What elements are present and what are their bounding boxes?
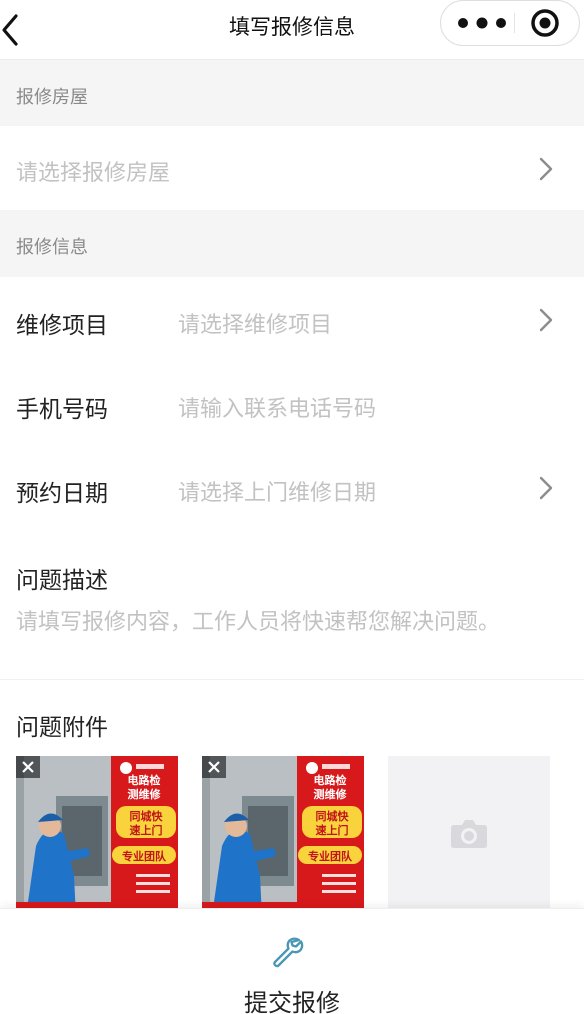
repair-item-label: 维修项目 [16, 313, 108, 339]
problem-description: 问题描述 请填写报修内容，工作人员将快速帮您解决问题。 [0, 535, 584, 680]
repair-ad-image: 电路检 测维修 同城快 速上门 专业团队 [202, 756, 364, 908]
select-house-row[interactable]: 请选择报修房屋 [0, 126, 584, 210]
attachment-list: 电路检 测维修 同城快 速上门 专业团队 电路检 测维修 同城快 速上门 专业团… [0, 756, 584, 908]
chevron-right-icon [539, 476, 553, 500]
problem-description-textarea[interactable]: 请填写报修内容，工作人员将快速帮您解决问题。 [16, 604, 500, 636]
ad-badge1: 同城快 [130, 809, 164, 823]
ad-badge1: 同城快 [316, 809, 350, 823]
repair-ad-image: 电路检 测维修 同城快 速上门 专业团队 [16, 756, 178, 908]
attachments-label: 问题附件 [16, 715, 108, 741]
appointment-date-placeholder: 请选择上门维修日期 [178, 481, 377, 506]
phone-row[interactable]: 手机号码 请输入联系电话号码 [0, 361, 584, 445]
appointment-date-label: 预约日期 [16, 481, 108, 507]
ad-badge2: 速上门 [130, 823, 163, 837]
repair-item-row[interactable]: 维修项目 请选择维修项目 [0, 277, 584, 361]
submit-bar[interactable]: 提交报修 [0, 908, 584, 1014]
capsule-divider [514, 13, 515, 33]
section-header-info: 报修信息 [0, 210, 584, 277]
target-circle-icon[interactable] [523, 1, 575, 45]
problem-description-label: 问题描述 [16, 568, 108, 594]
wrench-icon [273, 937, 304, 968]
phone-label: 手机号码 [16, 397, 108, 423]
ad-badge3: 专业团队 [122, 849, 167, 863]
more-dots-icon[interactable] [451, 1, 513, 45]
close-icon[interactable] [16, 756, 40, 778]
close-icon[interactable] [202, 756, 226, 778]
mini-program-capsule [440, 0, 580, 46]
appointment-date-row[interactable]: 预约日期 请选择上门维修日期 [0, 445, 584, 535]
camera-icon [451, 820, 487, 848]
add-photo-button[interactable] [388, 756, 550, 908]
ad-line1: 电路检 [314, 773, 347, 787]
section-header-house: 报修房屋 [0, 60, 584, 126]
attachment-image[interactable]: 电路检 测维修 同城快 速上门 专业团队 [16, 756, 178, 908]
attachment-image[interactable]: 电路检 测维修 同城快 速上门 专业团队 [202, 756, 364, 908]
ad-badge3: 专业团队 [308, 849, 353, 863]
repair-item-placeholder: 请选择维修项目 [178, 313, 333, 338]
ad-badge2: 速上门 [316, 823, 349, 837]
ad-line1: 电路检 [128, 773, 161, 787]
ad-line2: 测维修 [128, 787, 162, 801]
phone-input[interactable]: 请输入联系电话号码 [178, 391, 376, 423]
navigation-bar: 填写报修信息 [0, 0, 584, 60]
chevron-right-icon [539, 308, 553, 332]
house-placeholder: 请选择报修房屋 [16, 161, 171, 186]
submit-repair-button[interactable]: 提交报修 [0, 983, 584, 1014]
ad-line2: 测维修 [314, 787, 348, 801]
chevron-right-icon [539, 157, 553, 181]
